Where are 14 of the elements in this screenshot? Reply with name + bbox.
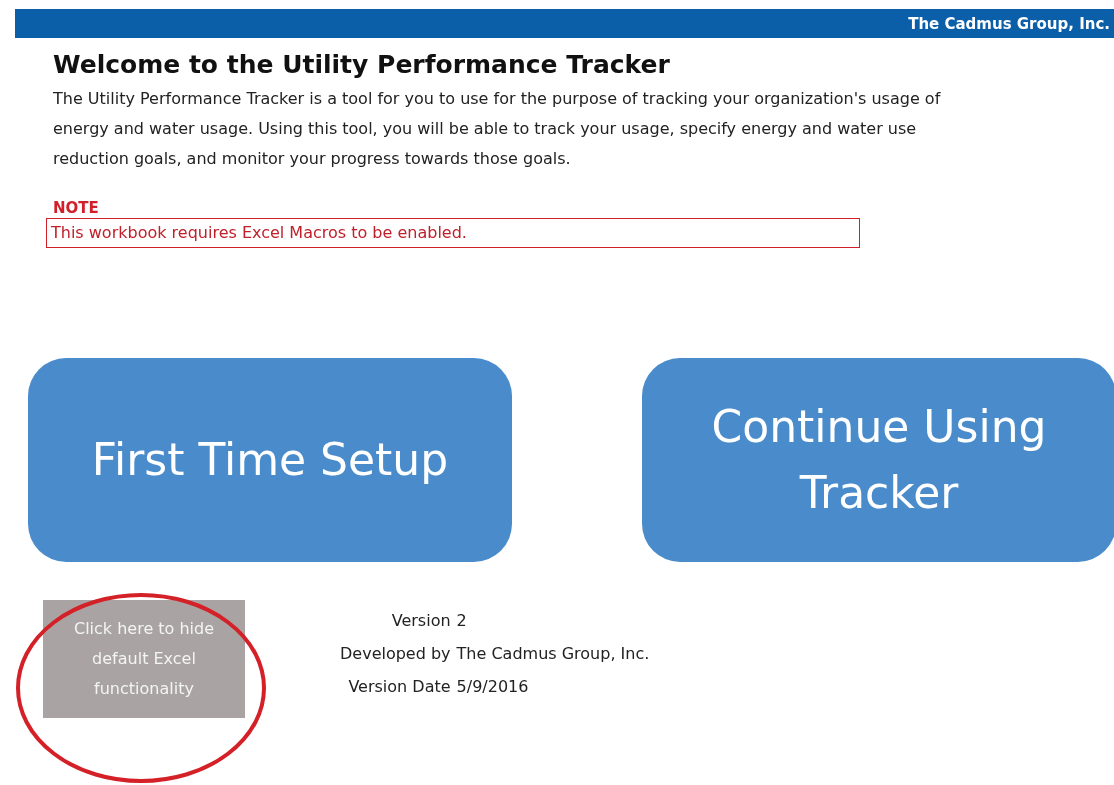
info-label: Version Date xyxy=(347,676,451,698)
info-value: The Cadmus Group, Inc. xyxy=(456,643,650,665)
intro-paragraph: The Utility Performance Tracker is a tool for you to use for the purpose of tracking your organization's usage of energy and water usage. Using this tool, you will be able to track your usage, specify energy and water use reduction goals, and monitor your progress towards those goals. xyxy=(53,88,942,170)
company-name: The Cadmus Group, Inc. xyxy=(908,14,1110,33)
navigation-button[interactable]: First Time Setup xyxy=(28,358,512,562)
note-message: This workbook requires Excel Macros to be enabled. xyxy=(46,218,860,248)
page-title: Welcome to the Utility Performance Tracker xyxy=(53,49,671,81)
info-label: Version xyxy=(390,610,451,632)
info-value: 5/9/2016 xyxy=(456,676,530,698)
navigation-button[interactable]: Continue Using Tracker xyxy=(642,358,1114,562)
info-label: Developed by xyxy=(340,643,451,665)
info-value: 2 xyxy=(456,610,468,632)
hide-excel-button[interactable]: Click here to hide default Excel functionality xyxy=(43,600,245,718)
note-label: NOTE xyxy=(53,198,100,218)
